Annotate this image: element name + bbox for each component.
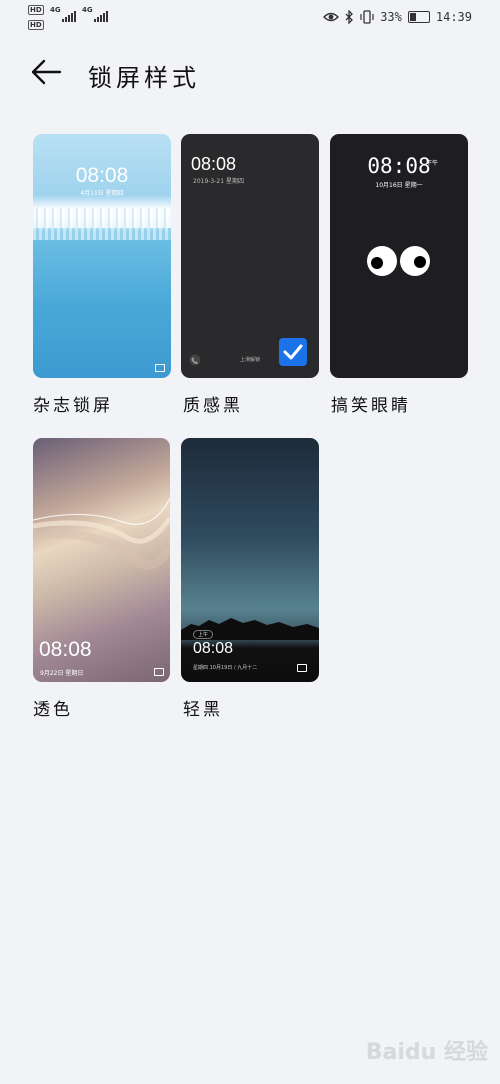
preview-date: 10月16日 星期一 bbox=[375, 182, 423, 189]
preview-time: 08:08 bbox=[191, 154, 237, 174]
vibrate-icon bbox=[360, 10, 374, 24]
preview-time: 08:08 bbox=[367, 154, 431, 178]
style-card-texture-black[interactable]: 08:08 2019-3-21 星期四 上滑解锁 bbox=[181, 134, 319, 378]
back-button[interactable] bbox=[30, 58, 70, 90]
watermark: Baidu 经验 bbox=[365, 1040, 488, 1065]
signal-icon bbox=[94, 10, 108, 22]
style-card-translucent[interactable]: 08:08 9月22日 星期日 bbox=[33, 438, 170, 682]
camera-icon bbox=[297, 664, 307, 672]
style-label: 杂志锁屏 bbox=[33, 396, 113, 416]
page-title: 锁屏样式 bbox=[88, 64, 200, 92]
selected-check-icon bbox=[279, 338, 307, 366]
style-label: 质感黑 bbox=[183, 396, 243, 416]
preview-time: 08:08 bbox=[39, 638, 92, 661]
preview-time: 08:08 bbox=[193, 640, 234, 657]
status-icons: 33% 14:39 bbox=[323, 9, 472, 25]
style-card-magazine[interactable]: 08:08 4月11日 星期四 bbox=[33, 134, 171, 378]
network-type: 4G bbox=[50, 6, 61, 14]
camera-icon bbox=[154, 668, 164, 676]
phone-icon bbox=[189, 354, 201, 366]
preview-wallpaper-trees bbox=[33, 208, 171, 228]
preview-ampm: 上午 bbox=[193, 630, 214, 639]
style-card-funny-eyes[interactable]: 08:08 下午 10月16日 星期一 bbox=[330, 134, 468, 378]
hd-badge: HD bbox=[28, 5, 44, 15]
bluetooth-icon bbox=[345, 10, 354, 24]
arrow-left-icon bbox=[31, 59, 62, 85]
app-header: 锁屏样式 bbox=[0, 52, 500, 96]
network-type: 4G bbox=[82, 6, 93, 14]
signal-icon bbox=[62, 10, 76, 22]
preview-date: 4月11日 星期四 bbox=[80, 190, 124, 197]
preview-time: 08:08 bbox=[75, 164, 129, 187]
battery-percent: 33% bbox=[380, 10, 402, 24]
signal-group: HD HD 4G 4G bbox=[28, 4, 118, 32]
status-bar: HD HD 4G 4G 33% 14:39 bbox=[0, 0, 500, 34]
preview-wallpaper-reflection bbox=[33, 228, 171, 240]
style-label: 透色 bbox=[33, 700, 73, 720]
cartoon-eye-right bbox=[400, 246, 430, 276]
camera-icon bbox=[155, 364, 165, 372]
style-card-light-black[interactable]: 上午 08:08 星期四 10月19日 / 九月十二 bbox=[181, 438, 319, 682]
clock: 14:39 bbox=[435, 10, 472, 24]
preview-wallpaper-wave bbox=[33, 497, 170, 570]
eye-icon bbox=[323, 12, 340, 22]
battery-icon bbox=[407, 11, 430, 23]
preview-date: 星期四 10月19日 / 九月十二 bbox=[193, 665, 258, 671]
hd-badge: HD bbox=[28, 20, 44, 30]
preview-date: 2019-3-21 星期四 bbox=[193, 178, 244, 185]
cartoon-eye-left bbox=[367, 246, 397, 276]
preview-date: 9月22日 星期日 bbox=[40, 670, 84, 677]
preview-ampm: 下午 bbox=[426, 160, 439, 167]
style-label: 轻黑 bbox=[183, 700, 223, 720]
style-label: 搞笑眼睛 bbox=[331, 396, 411, 416]
